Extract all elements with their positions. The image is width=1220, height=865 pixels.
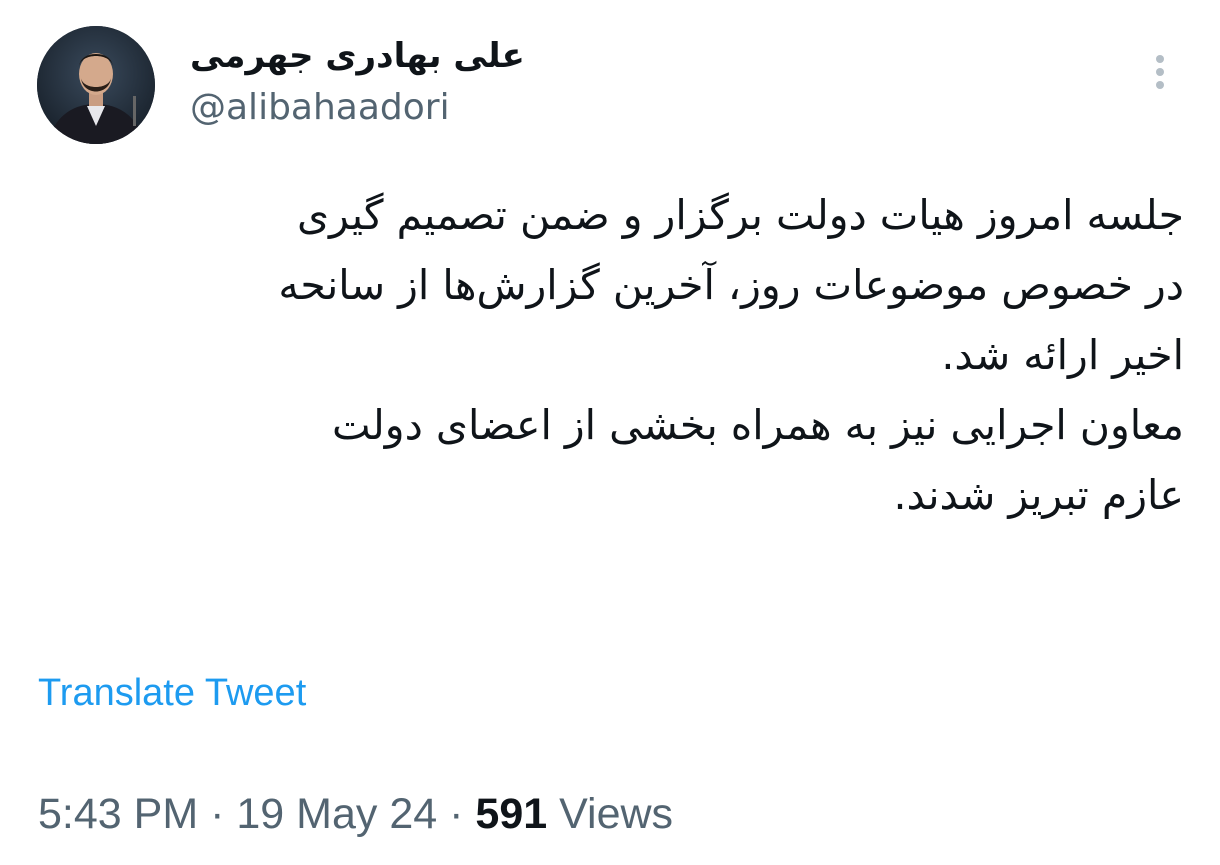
author-display-name[interactable]: علی بهادری جهرمی [190, 34, 525, 78]
author-handle[interactable]: @alibahaadori [190, 86, 450, 130]
tweet-line: در خصوص موضوعات روز، آخرین گزارش‌ها از س… [278, 261, 1184, 309]
meta-separator: · [449, 790, 464, 838]
vertical-ellipsis-icon [1156, 55, 1164, 89]
tweet-date[interactable]: 19 May 24 [236, 790, 437, 838]
tweet-line: جلسه امروز هیات دولت برگزار و ضمن تصمیم … [296, 191, 1184, 239]
more-options-button[interactable] [1140, 50, 1180, 96]
tweet-line: اخیر ارائه شد. [941, 331, 1184, 379]
avatar[interactable] [37, 26, 155, 144]
meta-separator: · [210, 790, 225, 838]
tweet-text: جلسه امروز هیات دولت برگزار و ضمن تصمیم … [40, 180, 1184, 530]
tweet-meta: 5:43 PM · 19 May 24 · 591 Views [38, 788, 673, 840]
tweet-time[interactable]: 5:43 PM [38, 790, 198, 838]
tweet-line: معاون اجرایی نیز به همراه بخشی از اعضای … [332, 401, 1184, 449]
tweet-line: عازم تبریز شدند. [893, 471, 1184, 519]
translate-tweet-link[interactable]: Translate Tweet [38, 670, 306, 716]
views-count: 591 [475, 790, 548, 838]
avatar-image [37, 26, 155, 144]
views-label: Views [559, 790, 674, 838]
